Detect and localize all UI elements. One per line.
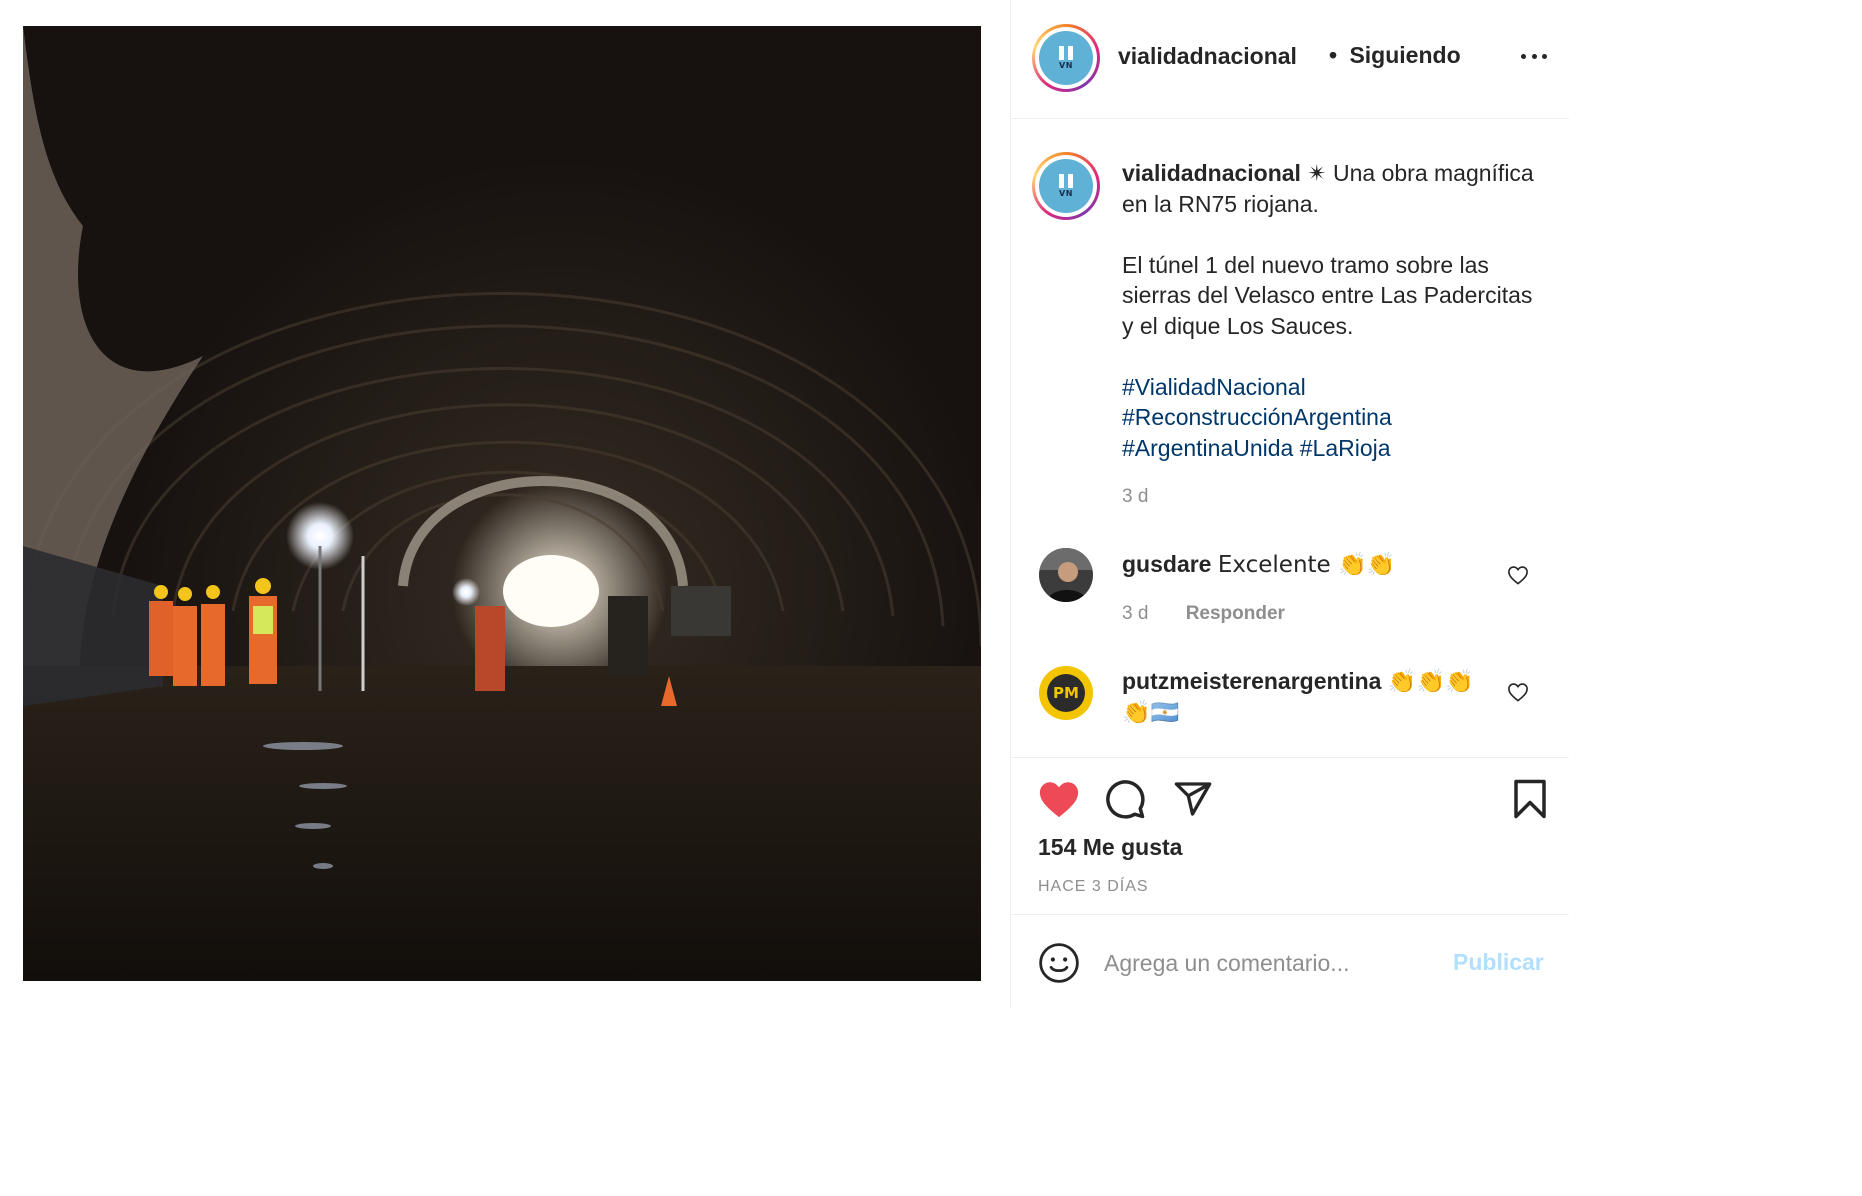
post-date[interactable]: HACE 3 DÍAS <box>1038 878 1149 896</box>
caption-text: vialidadnacional ✴︎ Una obra magnífica e… <box>1122 158 1542 463</box>
comment-meta: 3 d Responder <box>1122 603 1285 625</box>
publish-button[interactable]: Publicar <box>1453 949 1544 976</box>
smiley-icon[interactable] <box>1038 942 1080 984</box>
ellipsis-icon[interactable] <box>1521 54 1547 62</box>
pm-logo-icon: PM <box>1047 674 1085 712</box>
caption-avatar[interactable]: VN <box>1032 152 1100 220</box>
comment-username[interactable]: gusdare <box>1122 551 1211 577</box>
heart-outline-icon[interactable] <box>1507 682 1529 702</box>
caption-line-2: El túnel 1 del nuevo tramo sobre las sie… <box>1122 251 1533 339</box>
post-actions: 154 Me gusta HACE 3 DÍAS <box>1011 757 1569 915</box>
bookmark-icon[interactable] <box>1511 778 1549 820</box>
vn-logo-icon <box>1056 46 1076 60</box>
follow-status[interactable]: • Siguiendo <box>1329 42 1461 69</box>
comment-body: gusdare Excelente 👏👏 <box>1122 549 1492 580</box>
paper-plane-icon[interactable] <box>1172 779 1214 819</box>
vn-logo-icon <box>1056 174 1076 188</box>
hashtag-link[interactable]: #ReconstrucciónArgentina <box>1122 404 1392 430</box>
comment-timestamp[interactable]: 3 d <box>1122 603 1148 624</box>
post-side-panel: VN vialidadnacional • Siguiendo VN viali… <box>1010 0 1569 1008</box>
heart-filled-icon[interactable] <box>1037 779 1081 819</box>
separator-dot: • <box>1329 42 1338 68</box>
hashtag-link[interactable]: #VialidadNacional <box>1122 374 1306 400</box>
caption-username[interactable]: vialidadnacional <box>1122 160 1301 186</box>
author-username[interactable]: vialidadnacional <box>1118 43 1297 70</box>
comment-body: putzmeisterenargentina 👏👏👏👏🇦🇷 <box>1122 666 1492 728</box>
post-photo[interactable] <box>23 26 981 981</box>
reply-button[interactable]: Responder <box>1186 603 1285 624</box>
tunnel-photo-illustration <box>23 26 981 981</box>
comment-input[interactable] <box>1104 948 1434 978</box>
person-photo-icon <box>1039 548 1093 602</box>
caption-timestamp[interactable]: 3 d <box>1122 486 1148 508</box>
likes-count[interactable]: 154 Me gusta <box>1038 834 1182 861</box>
speech-bubble-icon[interactable] <box>1104 778 1146 820</box>
caption-hashtags: #VialidadNacional #ReconstrucciónArgenti… <box>1122 372 1542 464</box>
heart-outline-icon[interactable] <box>1507 565 1529 585</box>
media-pane <box>0 0 1010 1008</box>
add-comment-bar: Publicar <box>1011 916 1569 1008</box>
post-header: VN vialidadnacional • Siguiendo <box>1011 0 1569 119</box>
hashtag-link[interactable]: #ArgentinaUnida <box>1122 435 1293 461</box>
commenter-avatar[interactable] <box>1039 548 1093 602</box>
hashtag-link[interactable]: #LaRioja <box>1300 435 1391 461</box>
comment-username[interactable]: putzmeisterenargentina <box>1122 668 1381 694</box>
comment-text: Excelente 👏👏 <box>1217 552 1396 578</box>
follow-status-label: Siguiendo <box>1349 42 1461 68</box>
commenter-avatar[interactable]: PM <box>1039 666 1093 720</box>
author-avatar[interactable]: VN <box>1032 24 1100 92</box>
